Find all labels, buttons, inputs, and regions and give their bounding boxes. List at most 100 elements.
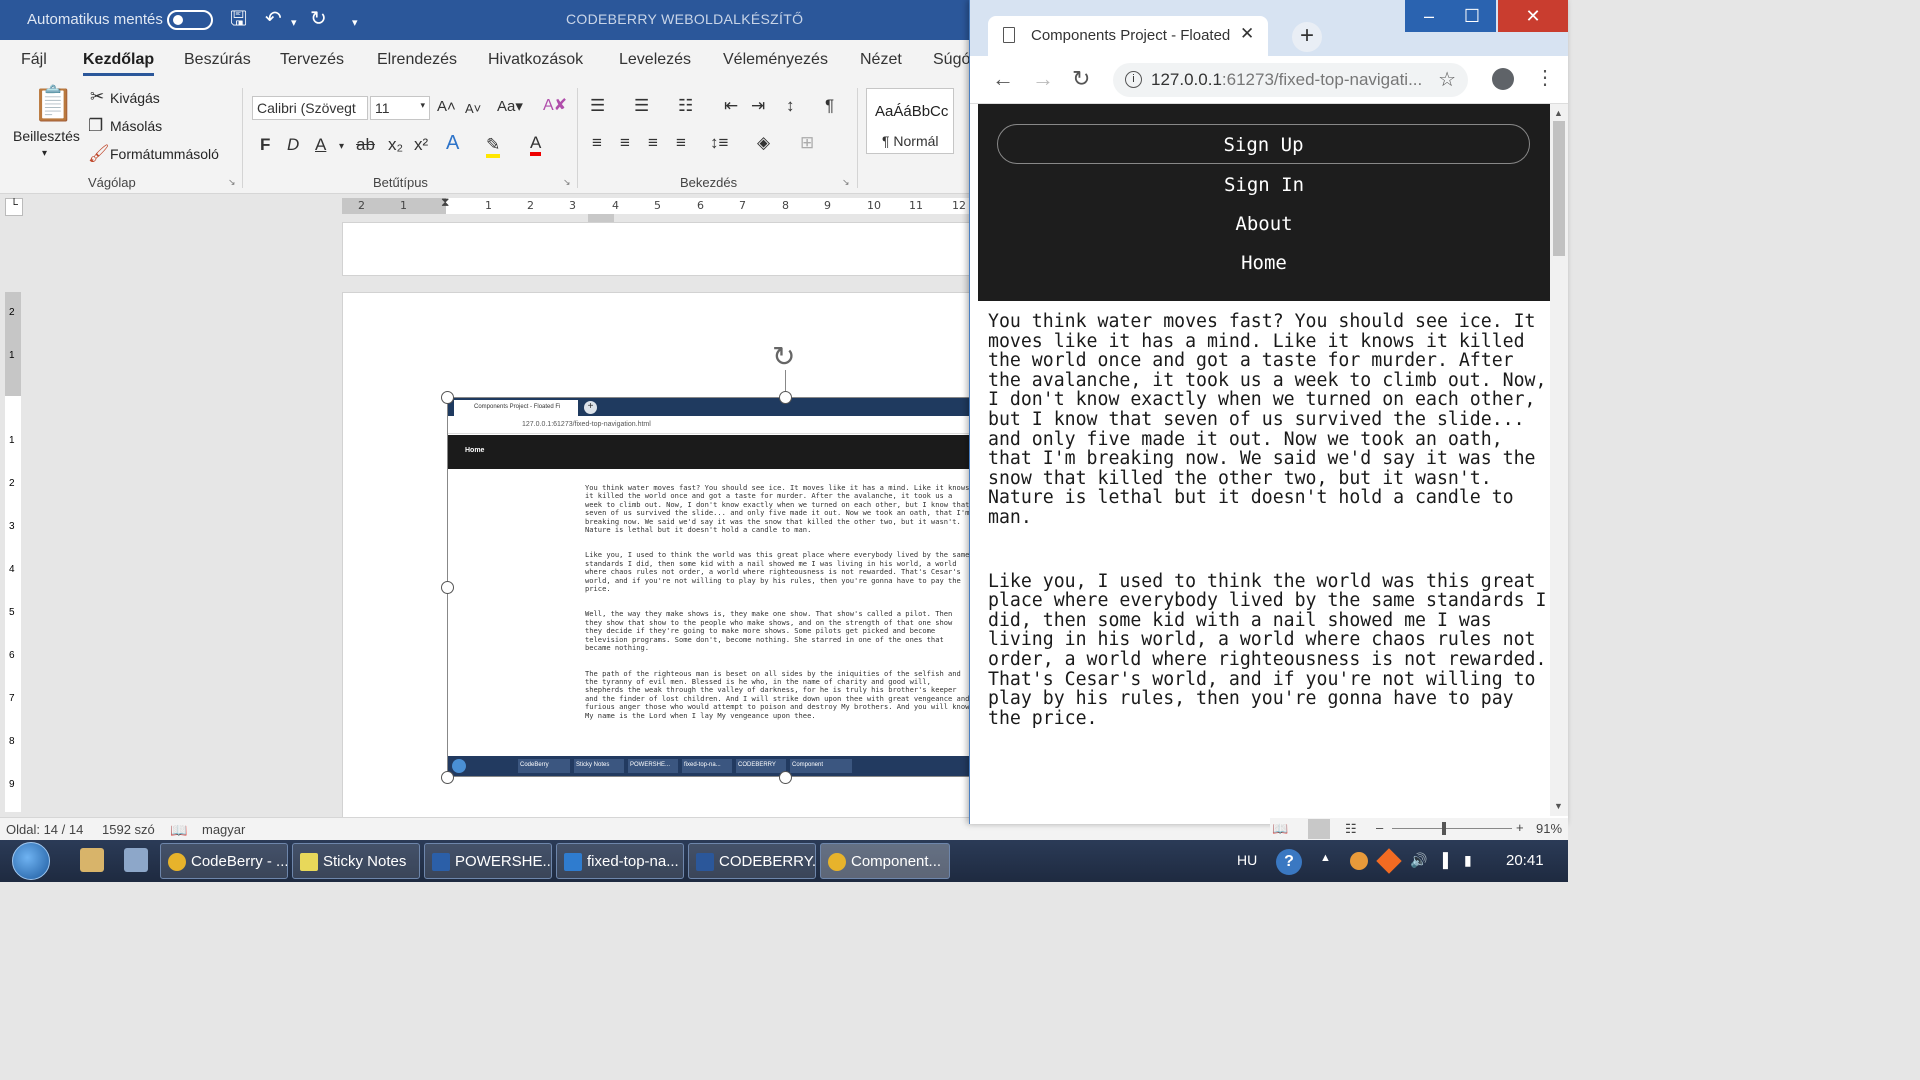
read-mode-icon[interactable]: 📖 (1272, 821, 1288, 837)
minimize-icon[interactable]: – (1405, 0, 1453, 32)
shrink-font-icon[interactable]: A˅ (465, 100, 481, 118)
address-bar[interactable]: i 127.0.0.1:61273/fixed-top-navigati... … (1113, 63, 1468, 97)
underline-dropdown-icon[interactable]: ▾ (339, 138, 344, 156)
font-launcher-icon[interactable]: ↘ (563, 177, 571, 188)
network-icon[interactable]: ▐ (1438, 852, 1448, 868)
clock[interactable]: 20:41 (1506, 852, 1544, 869)
numbering-icon[interactable]: ☰ (634, 97, 649, 115)
subscript-icon[interactable]: x₂ (388, 136, 403, 154)
back-icon[interactable]: ← (992, 66, 1014, 92)
superscript-icon[interactable]: x² (414, 136, 428, 154)
format-painter-button[interactable]: Formátummásoló (110, 146, 219, 162)
site-info-icon[interactable]: i (1125, 71, 1142, 88)
language-indicator[interactable]: magyar (202, 822, 245, 837)
scrollbar-thumb[interactable] (1553, 121, 1565, 256)
borders-icon[interactable]: ⊞ (800, 134, 814, 152)
bold-icon[interactable]: F (260, 136, 270, 154)
scissors-icon[interactable]: ✂ (90, 88, 104, 106)
undo-icon[interactable]: ↶ (265, 8, 282, 30)
align-center-icon[interactable]: ≡ (620, 134, 630, 152)
resize-handle[interactable] (779, 771, 792, 784)
power-icon[interactable]: ▮ (1464, 852, 1472, 869)
help-icon[interactable]: ? (1276, 849, 1302, 875)
word-count[interactable]: 1592 szó (102, 822, 155, 837)
bookmark-star-icon[interactable]: ☆ (1438, 67, 1456, 92)
tab-mailings[interactable]: Levelezés (619, 51, 691, 69)
cut-button[interactable]: Kivágás (110, 90, 160, 106)
copy-icon[interactable]: ❐ (88, 117, 103, 135)
zoom-in-icon[interactable]: + (1516, 820, 1524, 835)
paste-button[interactable]: Beillesztés (13, 128, 80, 144)
tab-home[interactable]: Kezdőlap (83, 51, 155, 76)
autosave-toggle[interactable] (167, 10, 213, 30)
new-tab-icon[interactable]: + (1292, 22, 1322, 52)
print-layout-icon[interactable] (1308, 819, 1330, 839)
taskbar-item-word[interactable]: CODEBERRY... (688, 843, 816, 879)
scroll-up-icon[interactable]: ▲ (1554, 108, 1563, 118)
strikethrough-icon[interactable]: ab (356, 136, 375, 154)
scroll-down-icon[interactable]: ▼ (1554, 801, 1563, 811)
tray-expand-icon[interactable]: ▲ (1320, 852, 1331, 864)
tab-design[interactable]: Tervezés (280, 51, 344, 69)
tab-selector[interactable]: └ (5, 198, 23, 216)
tab-layout[interactable]: Elrendezés (377, 51, 457, 69)
style-normal[interactable]: AaÁáBbCc ¶ Normál (866, 88, 954, 154)
web-layout-icon[interactable]: ☷ (1345, 821, 1357, 837)
line-spacing-icon[interactable]: ↕≡ (710, 134, 728, 152)
close-tab-icon[interactable]: ✕ (1240, 24, 1254, 44)
multilevel-list-icon[interactable]: ☷ (678, 97, 693, 115)
increase-indent-icon[interactable]: ⇥ (751, 97, 765, 115)
nav-signup-link[interactable]: Sign Up (997, 124, 1530, 164)
nav-signin-link[interactable]: Sign In (978, 174, 1550, 196)
font-family-select[interactable]: Calibri (Szövegt (252, 96, 368, 120)
show-marks-icon[interactable]: ¶ (825, 97, 834, 115)
proofing-icon[interactable]: 📖 (170, 822, 187, 839)
save-icon[interactable]: 🖫 (230, 8, 247, 30)
font-color-icon[interactable]: A (530, 134, 542, 156)
zoom-slider[interactable] (1392, 828, 1512, 829)
justify-icon[interactable]: ≡ (676, 134, 686, 152)
sort-icon[interactable]: ↕ (786, 97, 795, 115)
volume-icon[interactable]: 🔊 (1410, 852, 1427, 869)
taskbar-item-sticky-notes[interactable]: Sticky Notes (292, 843, 420, 879)
change-case-icon[interactable]: Aa▾ (497, 98, 523, 116)
nav-about-link[interactable]: About (978, 213, 1550, 235)
embedded-screenshot-image[interactable]: Components Project - Floated Fi + 127.0.… (447, 397, 970, 777)
start-button[interactable] (12, 842, 50, 880)
resize-handle[interactable] (441, 771, 454, 784)
close-window-icon[interactable]: ✕ (1498, 0, 1568, 32)
chrome-menu-icon[interactable]: ⋮ (1535, 66, 1555, 90)
redo-icon[interactable]: ↻ (310, 8, 327, 30)
tray-app-icon[interactable] (1350, 852, 1368, 870)
align-right-icon[interactable]: ≡ (648, 134, 658, 152)
zoom-out-icon[interactable]: – (1376, 820, 1383, 835)
tab-file[interactable]: Fájl (21, 51, 47, 69)
vertical-ruler[interactable]: 2 1 1 2 3 4 5 6 7 8 9 (5, 292, 21, 812)
tab-view[interactable]: Nézet (860, 51, 902, 69)
zoom-level[interactable]: 91% (1536, 821, 1562, 836)
forward-icon[interactable]: → (1032, 66, 1054, 92)
zoom-slider-thumb[interactable] (1442, 822, 1446, 835)
rotate-handle-icon[interactable]: ↻ (772, 343, 795, 371)
account-icon[interactable] (1492, 68, 1514, 90)
page-count[interactable]: Oldal: 14 / 14 (6, 822, 83, 837)
clear-formatting-icon[interactable]: A✘ (543, 97, 567, 115)
indent-marker-icon[interactable]: ⧗ (441, 195, 449, 210)
decrease-indent-icon[interactable]: ⇤ (724, 97, 738, 115)
nav-home-link[interactable]: Home (978, 252, 1550, 274)
paste-dropdown-icon[interactable]: ▾ (42, 148, 47, 159)
bullets-icon[interactable]: ☰ (590, 97, 605, 115)
copy-button[interactable]: Másolás (110, 118, 162, 134)
text-effects-icon[interactable]: A (446, 133, 459, 153)
resize-handle[interactable] (441, 391, 454, 404)
tab-references[interactable]: Hivatkozások (488, 51, 583, 69)
highlight-icon[interactable]: ✎ (486, 136, 501, 158)
format-painter-icon[interactable]: 🖌 (88, 145, 110, 163)
undo-dropdown-icon[interactable]: ▾ (291, 12, 297, 34)
customize-qat-icon[interactable]: ▾ (352, 12, 358, 34)
maximize-icon[interactable]: ☐ (1448, 0, 1496, 32)
paste-icon[interactable]: 📋 (32, 86, 74, 122)
align-left-icon[interactable]: ≡ (592, 134, 602, 152)
grow-font-icon[interactable]: A˄ (437, 98, 456, 116)
tab-help[interactable]: Súgó (933, 51, 970, 69)
